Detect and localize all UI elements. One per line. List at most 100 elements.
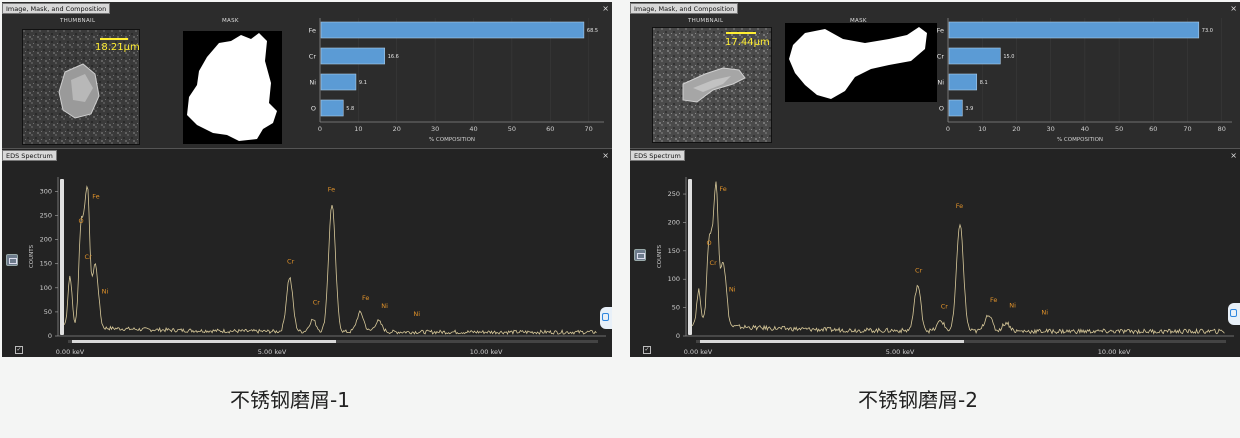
y-tick-label: 0: [48, 332, 52, 340]
eds-spectrum-section: EDS Spectrum × ✓ 0 50 100 150 200 250 COUNTS 0.…: [630, 148, 1240, 357]
y-tick-label: 200: [668, 218, 680, 226]
peak-label: Ni: [413, 310, 420, 318]
element-label: Cr: [309, 53, 317, 61]
caption-2: 不锈钢磨屑-2: [858, 388, 978, 412]
spectrum-trace: [64, 185, 597, 336]
spectrum-title-tab[interactable]: EDS Spectrum: [630, 150, 685, 161]
element-label: Ni: [937, 79, 944, 87]
analysis-panel-2: Image, Mask, and Composition × THUMBNAIL…: [630, 2, 1240, 357]
spectrum-title-tab[interactable]: EDS Spectrum: [2, 150, 57, 161]
y-tick-label: 250: [40, 212, 52, 220]
close-icon[interactable]: ×: [1230, 5, 1237, 13]
element-label: O: [311, 105, 316, 113]
element-label: Fe: [937, 27, 944, 35]
x-tick-label: 10: [978, 125, 986, 133]
y-tick-label: 100: [40, 284, 52, 292]
peak-label: Fe: [92, 193, 99, 201]
x-tick-label: 0: [946, 125, 950, 133]
y-tick-label: 200: [40, 236, 52, 244]
window-title-tab[interactable]: Image, Mask, and Composition: [2, 3, 111, 14]
peak-label: Cr: [710, 259, 718, 267]
composition-bar: [320, 47, 386, 65]
peak-label: Cr: [915, 266, 923, 274]
mask-graphic: [187, 33, 277, 141]
thumbnail-label: THUMBNAIL: [60, 18, 96, 24]
composition-bar: [948, 73, 978, 91]
mask-label: MASK: [222, 18, 239, 24]
peak-label: Cr: [313, 299, 321, 307]
peak-label: Fe: [719, 185, 726, 193]
composition-bar: [948, 21, 1200, 39]
value-label: 5.8: [346, 106, 354, 112]
element-label: O: [939, 105, 944, 113]
y-tick-label: 150: [40, 260, 52, 268]
x-tick-label: 20: [1012, 125, 1020, 133]
x-tick-label: 50: [508, 125, 516, 133]
x-tick-label: 5.00 keV: [258, 348, 287, 356]
x-tick-label: 10.00 keV: [1098, 348, 1131, 356]
composition-bar-chart: 0 10 20 30 40 50 60 70 80 Fe 73.0 Cr 15.0 Ni 8.1 O 3.9 % …: [937, 18, 1232, 143]
x-axis-label: % COMPOSITION: [429, 137, 475, 143]
value-label: 15.0: [1003, 54, 1014, 60]
peak-label: Ni: [102, 288, 109, 296]
x-tick-label: 40: [469, 125, 477, 133]
element-label: Fe: [309, 27, 316, 35]
x-tick-label: 30: [1047, 125, 1055, 133]
composition-bar: [320, 21, 585, 39]
peak-label: Ni: [729, 286, 736, 294]
x-tick-label: 70: [1183, 125, 1191, 133]
x-scrollbar-thumb: [72, 340, 336, 343]
x-tick-label: 60: [1149, 125, 1157, 133]
peak-label: O: [79, 217, 84, 225]
close-icon[interactable]: ×: [602, 5, 609, 13]
composition-bar-chart: 0 10 20 30 40 50 60 70 Fe 68.5 Cr 16.6 Ni 9.1 O 5.8 % CO…: [309, 18, 604, 143]
x-tick-label: 70: [585, 125, 593, 133]
peak-label: Fe: [990, 296, 997, 304]
composition-section: Image, Mask, and Composition × THUMBNAIL…: [2, 2, 612, 148]
composition-bar: [948, 99, 963, 117]
x-tick-label: 0: [318, 125, 322, 133]
y-tick-label: 300: [40, 187, 52, 195]
scale-text: 17.44μm: [725, 37, 770, 48]
x-tick-label: 30: [431, 125, 439, 133]
x-tick-label: 5.00 keV: [886, 348, 915, 356]
value-label: 73.0: [1202, 28, 1213, 34]
y-axis-label: COUNTS: [657, 244, 663, 268]
y-tick-label: 100: [668, 275, 680, 283]
eds-spectrum-section: EDS Spectrum × ✓ 0 50 100 150 200 250 300 COUNT…: [2, 148, 612, 357]
analysis-panel-1: Image, Mask, and Composition × THUMBNAIL…: [2, 2, 612, 357]
spectrum-close-icon[interactable]: ×: [602, 152, 609, 160]
composition-section: Image, Mask, and Composition × THUMBNAIL…: [630, 2, 1240, 148]
scale-text: 18.21μm: [95, 42, 140, 53]
mask-image: [785, 23, 937, 102]
peak-label: Ni: [1009, 302, 1016, 310]
x-tick-label: 50: [1115, 125, 1123, 133]
composition-bar: [320, 73, 357, 91]
x-tick-label: 40: [1081, 125, 1089, 133]
y-tick-label: 150: [668, 247, 680, 255]
value-label: 3.9: [965, 106, 973, 112]
y-range-handle: [688, 179, 692, 335]
composition-bar: [320, 99, 344, 117]
x-axis-label: % COMPOSITION: [1057, 137, 1103, 143]
window-title-tab[interactable]: Image, Mask, and Composition: [630, 3, 739, 14]
mask-graphic: [789, 27, 927, 99]
peak-label: Fe: [328, 185, 335, 193]
y-tick-label: 0: [676, 332, 680, 340]
eds-spectrum-chart: 0 50 100 150 200 250 COUNTS 0.00 keV 5.00 keV 10.…: [657, 177, 1234, 356]
thumbnail-label: THUMBNAIL: [688, 18, 724, 24]
scale-bar: [726, 32, 756, 34]
scale-bar: [100, 38, 128, 40]
x-tick-label: 10: [354, 125, 362, 133]
spectrum-close-icon[interactable]: ×: [1230, 152, 1237, 160]
peak-label: O: [707, 239, 712, 247]
x-tick-label: 0.00 keV: [56, 348, 85, 356]
mask-image: [183, 31, 282, 144]
element-label: Cr: [937, 53, 945, 61]
caption-1: 不锈钢磨屑-1: [230, 388, 350, 412]
value-label: 9.1: [359, 80, 367, 86]
x-tick-label: 0.00 keV: [684, 348, 713, 356]
peak-label: Fe: [956, 202, 963, 210]
value-label: 8.1: [980, 80, 988, 86]
x-tick-label: 20: [393, 125, 401, 133]
